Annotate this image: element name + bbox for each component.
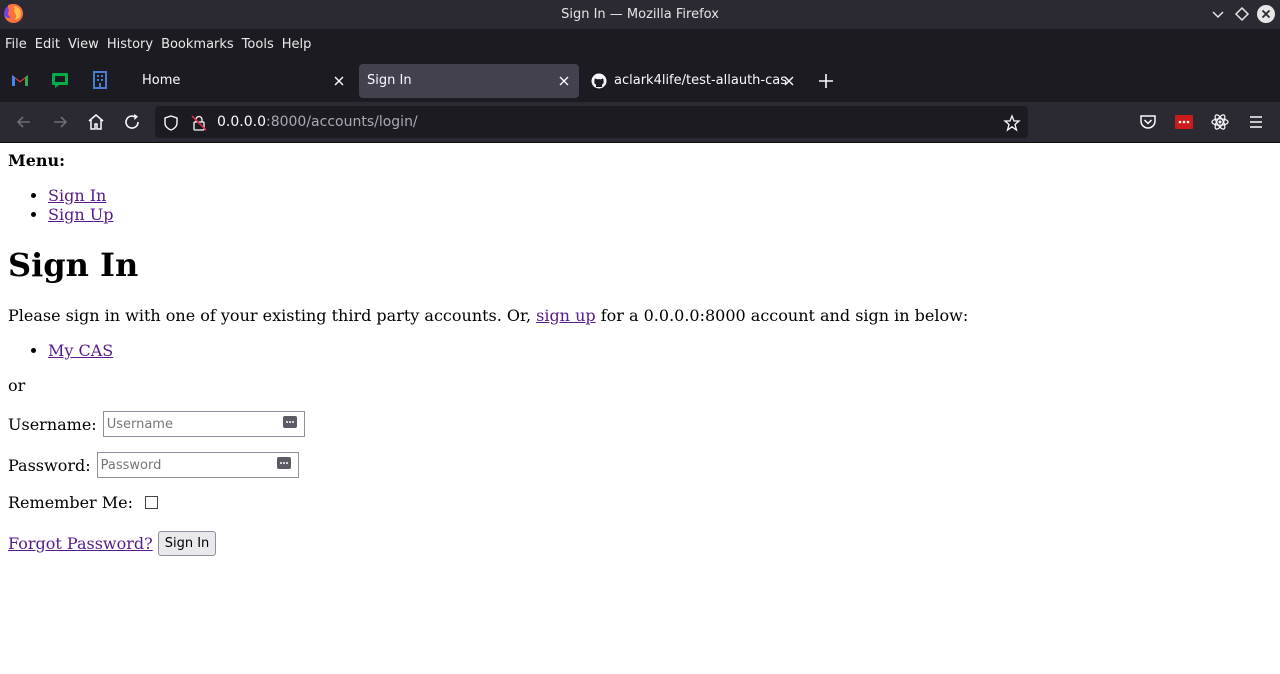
my-cas-provider-link[interactable]: My CAS (48, 341, 113, 360)
menu-view[interactable]: View (68, 37, 99, 52)
intro-text-after: for a 0.0.0.0:8000 account and sign in b… (595, 306, 969, 325)
password-input[interactable] (97, 453, 298, 477)
forgot-password-link[interactable]: Forgot Password? (8, 534, 153, 553)
react-devtools-icon[interactable] (1210, 112, 1230, 132)
url-host: 0.0.0.0 (217, 114, 266, 130)
bookmark-star-icon[interactable] (1003, 114, 1021, 132)
password-manager-key-icon[interactable] (282, 416, 297, 428)
username-row: Username: (8, 411, 305, 437)
close-tab-icon[interactable] (783, 75, 795, 87)
url-path: :8000/accounts/login/ (265, 114, 418, 130)
username-label: Username: (8, 414, 97, 434)
password-label: Password: (8, 455, 91, 475)
home-icon[interactable] (86, 112, 106, 132)
window-title: Sign In — Mozilla Firefox (561, 7, 719, 22)
password-field-box (96, 452, 299, 478)
tab-label: Home (142, 73, 181, 88)
menu-file[interactable]: File (5, 37, 27, 52)
tab-label: aclark4life/test-allauth-cas (614, 73, 787, 88)
site-menu-list: Sign In Sign Up (48, 186, 113, 224)
gmail-icon[interactable] (10, 70, 30, 90)
tab-home[interactable]: Home (130, 64, 350, 98)
tab-github[interactable]: aclark4life/test-allauth-cas (583, 64, 803, 98)
sign-in-button[interactable]: Sign In (157, 531, 217, 556)
menu-edit[interactable]: Edit (35, 37, 60, 52)
close-tab-icon[interactable] (558, 75, 570, 87)
username-input[interactable] (103, 412, 304, 436)
new-tab-icon[interactable] (817, 72, 835, 90)
menu-list-item: Sign In (48, 186, 113, 205)
remember-row: Remember Me: (8, 493, 159, 512)
sign-in-link[interactable]: Sign In (48, 186, 106, 205)
remember-label: Remember Me: (8, 493, 134, 512)
password-row: Password: (8, 452, 299, 478)
intro-text-before: Please sign in with one of your existing… (8, 306, 537, 325)
password-manager-key-icon[interactable] (276, 457, 291, 469)
hamburger-menu-icon[interactable] (1246, 112, 1266, 132)
menu-help[interactable]: Help (282, 37, 312, 52)
forward-icon[interactable] (50, 112, 70, 132)
tab-sign-in[interactable]: Sign In (359, 64, 579, 98)
github-icon (591, 73, 607, 89)
reload-icon[interactable] (122, 112, 142, 132)
menu-bar: File Edit View History Bookmarks Tools H… (0, 29, 1280, 60)
page-title: Sign In (8, 246, 139, 284)
menu-heading: Menu: (8, 151, 66, 170)
or-separator: or (8, 376, 26, 395)
menu-list-item: Sign Up (48, 205, 113, 224)
google-chat-icon[interactable] (50, 70, 70, 90)
minimize-icon[interactable] (1208, 4, 1228, 24)
window-titlebar: Sign In — Mozilla Firefox (0, 0, 1280, 29)
building-icon[interactable] (90, 70, 110, 90)
intro-sign-up-link[interactable]: sign up (536, 306, 596, 325)
page-content: Menu: Sign In Sign Up Sign In Please sig… (0, 143, 1280, 674)
insecure-lock-icon[interactable] (190, 114, 208, 132)
sign-up-link[interactable]: Sign Up (48, 205, 113, 224)
close-tab-icon[interactable] (333, 75, 345, 87)
remember-me-checkbox[interactable] (145, 496, 159, 509)
navigation-toolbar: 0.0.0.0:8000/accounts/login/ (0, 102, 1280, 142)
pocket-icon[interactable] (1138, 112, 1158, 132)
back-icon[interactable] (14, 112, 34, 132)
url-text[interactable]: 0.0.0.0:8000/accounts/login/ (217, 106, 418, 138)
provider-item: My CAS (48, 341, 113, 360)
tab-strip: Home Sign In aclark4life/test-allauth-ca… (0, 60, 1280, 102)
menu-bookmarks[interactable]: Bookmarks (161, 37, 234, 52)
close-window-icon[interactable] (1256, 4, 1276, 24)
provider-list: My CAS (48, 341, 113, 360)
maximize-icon[interactable] (1232, 4, 1252, 24)
password-manager-extension-icon[interactable] (1174, 112, 1194, 132)
menu-history[interactable]: History (107, 37, 153, 52)
intro-paragraph: Please sign in with one of your existing… (8, 306, 968, 325)
shield-icon[interactable] (162, 114, 180, 132)
form-actions-row: Forgot Password? Sign In (8, 531, 217, 556)
menu-tools[interactable]: Tools (242, 37, 274, 52)
username-field-box (102, 411, 305, 437)
tab-label: Sign In (367, 73, 412, 88)
url-bar[interactable]: 0.0.0.0:8000/accounts/login/ (155, 106, 1028, 138)
